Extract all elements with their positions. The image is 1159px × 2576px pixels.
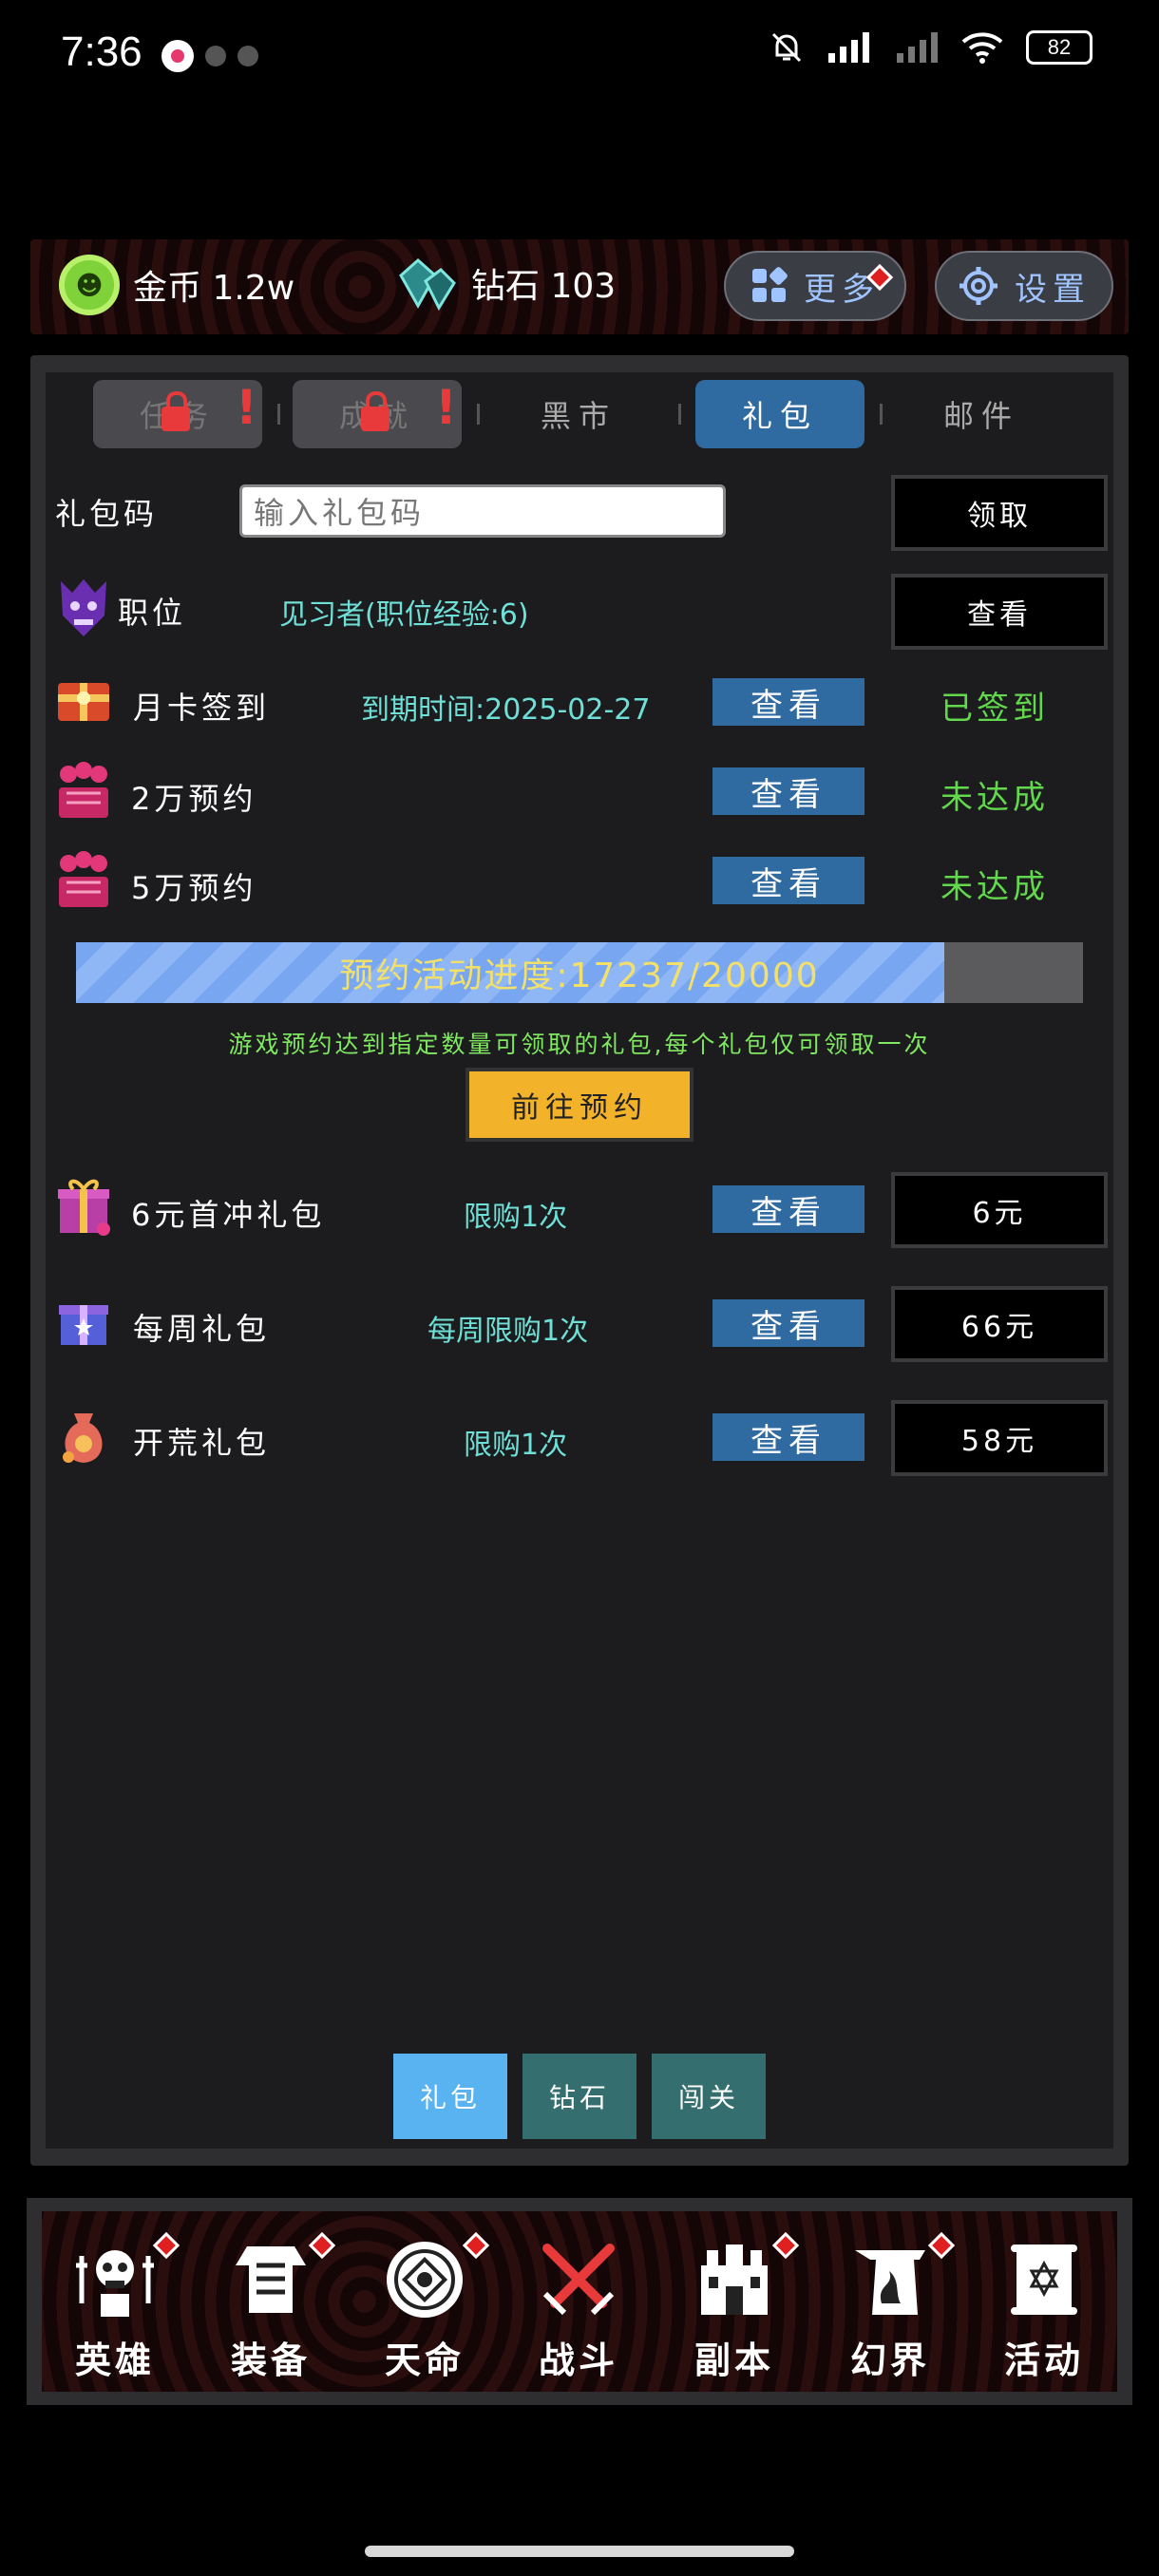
gift-code-label: 礼包码 xyxy=(55,496,159,532)
signal-icon xyxy=(828,32,869,63)
status-time: 7:36 xyxy=(61,28,142,75)
tab-achievements[interactable]: 成就 ! xyxy=(293,380,462,448)
screen-record-icon xyxy=(162,40,194,72)
pack-weekly-name: 每周礼包 xyxy=(133,1311,271,1347)
monthly-card-view-button[interactable]: 查看 xyxy=(712,678,864,726)
gem-label: 钻石 103 xyxy=(471,267,617,306)
tab-gift-packs[interactable]: 礼包 xyxy=(695,380,864,448)
nav-battle[interactable]: 战斗 xyxy=(517,2232,640,2383)
nav-events[interactable]: 活动 xyxy=(982,2232,1106,2383)
pink-crowd-icon xyxy=(55,851,112,908)
tab-tasks[interactable]: 任务 ! xyxy=(93,380,262,448)
loot-bag-icon xyxy=(55,1406,112,1463)
tab-mail[interactable]: 邮件 xyxy=(897,380,1066,448)
nav-phantom-realm[interactable]: 幻界 xyxy=(828,2231,956,2383)
hero-icon xyxy=(67,2231,180,2327)
gem-counter: 钻石 103 xyxy=(391,255,616,312)
signal-weak-icon xyxy=(897,32,938,63)
nav-destiny[interactable]: 天命 xyxy=(363,2231,490,2383)
nav-equipment[interactable]: 装备 xyxy=(209,2231,336,2383)
nav-hero[interactable]: 英雄 xyxy=(53,2231,180,2383)
purple-demon-icon xyxy=(55,579,112,636)
tab-separator xyxy=(678,404,681,425)
pack-first-recharge-limit: 限购1次 xyxy=(464,1201,568,1234)
gear-icon xyxy=(960,267,998,305)
more-label: 更多 xyxy=(804,270,880,309)
reserve-50k-status: 未达成 xyxy=(940,868,1049,906)
tab-black-market[interactable]: 黑市 xyxy=(494,380,663,448)
destiny-icon xyxy=(377,2231,490,2327)
pink-crowd-icon xyxy=(55,762,112,819)
tab-separator xyxy=(880,404,883,425)
pack-first-recharge-view-button[interactable]: 查看 xyxy=(712,1185,864,1233)
dungeon-icon xyxy=(687,2231,800,2327)
alert-exclamation-icon: ! xyxy=(435,380,465,435)
coin-label: 金币 1.2w xyxy=(133,269,295,308)
gift-card-icon xyxy=(55,672,112,729)
progress-text: 预约活动进度:17237/20000 xyxy=(339,957,820,995)
mute-icon xyxy=(771,32,802,63)
notification-dot xyxy=(205,46,226,66)
nav-dungeon[interactable]: 副本 xyxy=(673,2231,800,2383)
more-button[interactable]: 更多 xyxy=(724,251,906,321)
status-icons: 82 xyxy=(768,28,1092,66)
pack-first-recharge-name: 6元首冲礼包 xyxy=(131,1197,326,1233)
gem-icon xyxy=(391,255,458,312)
crossed-swords-icon xyxy=(531,2232,626,2327)
job-label: 职位 xyxy=(118,595,187,631)
reservation-progress-bar: 预约活动进度:17237/20000 xyxy=(76,942,1083,1003)
pack-pioneer-limit: 限购1次 xyxy=(464,1429,568,1462)
lock-icon xyxy=(361,391,390,431)
pack-weekly-view-button[interactable]: 查看 xyxy=(712,1299,864,1347)
notification-dot xyxy=(238,46,258,66)
job-value: 见习者(职位经验:6) xyxy=(279,598,529,632)
claim-button[interactable]: 领取 xyxy=(891,475,1108,551)
subtab-stages[interactable]: 闯关 xyxy=(652,2054,766,2139)
notification-dots xyxy=(162,40,258,72)
apps-grid-icon xyxy=(752,267,788,302)
reserve-20k-view-button[interactable]: 查看 xyxy=(712,767,864,815)
pack-pioneer-name: 开荒礼包 xyxy=(133,1425,271,1461)
pack-first-recharge-price-button[interactable]: 6元 xyxy=(891,1172,1108,1248)
scroll-icon xyxy=(997,2232,1092,2327)
settings-button[interactable]: 设置 xyxy=(935,251,1113,321)
battery-indicator: 82 xyxy=(1026,30,1092,65)
subtab-diamonds[interactable]: 钻石 xyxy=(522,2054,636,2139)
subtab-gift-packs[interactable]: 礼包 xyxy=(393,2054,507,2139)
coin-icon: ☻ xyxy=(59,255,120,315)
home-indicator[interactable] xyxy=(365,2546,794,2557)
armor-icon xyxy=(223,2231,336,2327)
reserve-50k-name: 5万预约 xyxy=(131,870,257,906)
reserve-20k-name: 2万预约 xyxy=(131,781,257,817)
phantom-realm-icon xyxy=(843,2231,956,2327)
monthly-card-expiry: 到期时间:2025-02-27 xyxy=(361,693,651,727)
tab-separator xyxy=(477,404,480,425)
monthly-card-status: 已签到 xyxy=(940,690,1049,728)
settings-label: 设置 xyxy=(1015,270,1091,309)
wifi-icon xyxy=(961,32,1003,64)
pack-pioneer-price-button[interactable]: 58元 xyxy=(891,1400,1108,1476)
pack-weekly-price-button[interactable]: 66元 xyxy=(891,1286,1108,1362)
coin-counter: ☻ 金币 1.2w xyxy=(59,255,294,315)
reservation-note: 游戏预约达到指定数量可领取的礼包,每个礼包仅可领取一次 xyxy=(228,1031,931,1058)
alert-exclamation-icon: ! xyxy=(236,380,265,435)
job-view-button[interactable]: 查看 xyxy=(891,574,1108,650)
pack-weekly-limit: 每周限购1次 xyxy=(428,1315,589,1348)
pack-pioneer-view-button[interactable]: 查看 xyxy=(712,1413,864,1461)
tab-separator xyxy=(277,404,280,425)
reserve-50k-view-button[interactable]: 查看 xyxy=(712,857,864,904)
gift-box-icon xyxy=(55,1178,112,1236)
go-reserve-button[interactable]: 前往预约 xyxy=(466,1068,694,1142)
lock-icon xyxy=(162,391,190,431)
monthly-card-name: 月卡签到 xyxy=(133,690,271,726)
reserve-20k-status: 未达成 xyxy=(940,779,1049,817)
weekly-gift-icon xyxy=(55,1294,112,1351)
gift-code-input[interactable]: 输入礼包码 xyxy=(239,484,726,538)
